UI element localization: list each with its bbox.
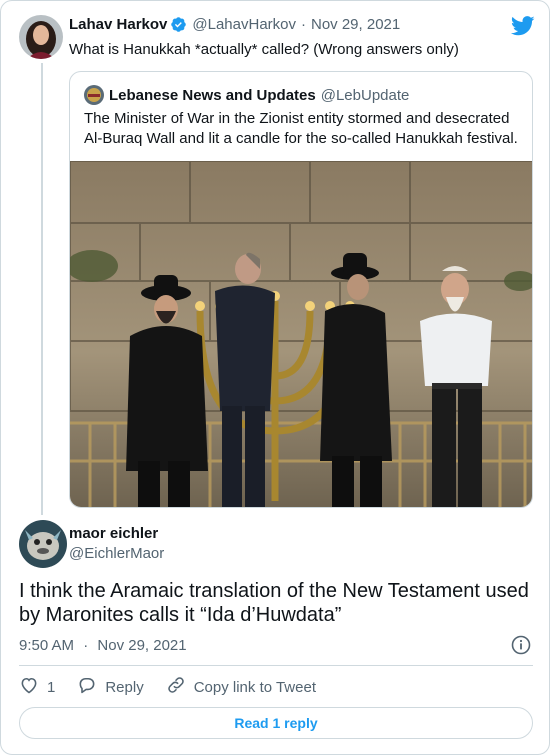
twitter-bird-icon[interactable] [510, 16, 535, 41]
actions-divider [19, 665, 533, 666]
info-icon[interactable] [511, 635, 531, 660]
reply-button[interactable]: Reply [77, 675, 144, 699]
reply-tweet-text: I think the Aramaic translation of the N… [19, 580, 529, 626]
like-count: 1 [47, 678, 56, 696]
link-icon [166, 675, 194, 699]
reply-timestamp[interactable]: 9:50 AM · Nov 29, 2021 [19, 637, 187, 654]
quoted-tweet-text: The Minister of War in the Zionist entit… [84, 110, 518, 147]
quoted-author-avatar [84, 85, 104, 105]
speech-bubble-icon [77, 675, 105, 699]
reply-author-name[interactable]: maor eichler [69, 525, 158, 542]
verified-badge-icon [170, 16, 187, 33]
timestamp-separator: · [83, 637, 89, 654]
parent-tweet-date[interactable]: Nov 29, 2021 [311, 16, 400, 33]
reply-date: Nov 29, 2021 [97, 637, 187, 654]
like-button[interactable]: 1 [19, 675, 55, 699]
parent-tweet-header: Lahav Harkov @LahavHarkov · Nov 29, 2021 [69, 16, 400, 33]
read-replies-button[interactable]: Read 1 reply [19, 707, 533, 739]
reply-label: Reply [105, 678, 144, 696]
copy-link-label: Copy link to Tweet [193, 678, 316, 696]
parent-tweet-text: What is Hanukkah *actually* called? (Wro… [69, 41, 459, 58]
reply-author-avatar[interactable] [19, 520, 67, 568]
quoted-tweet[interactable]: Lebanese News and Updates @LebUpdate The… [69, 71, 533, 508]
quoted-tweet-header: Lebanese News and Updates @LebUpdate [84, 85, 409, 105]
parent-author-avatar[interactable] [19, 15, 63, 59]
reply-time: 9:50 AM [19, 637, 75, 654]
reply-author-handle[interactable]: @EichlerMaor [69, 545, 164, 562]
parent-author-name[interactable]: Lahav Harkov [69, 16, 167, 33]
embedded-tweet-card: Lahav Harkov @LahavHarkov · Nov 29, 2021… [0, 0, 550, 755]
copy-link-button[interactable]: Copy link to Tweet [166, 675, 316, 699]
quoted-tweet-photo[interactable] [70, 160, 532, 507]
parent-author-handle[interactable]: @LahavHarkov [192, 16, 296, 33]
quoted-author-handle: @LebUpdate [320, 86, 410, 104]
heart-icon [19, 675, 47, 699]
thread-connector-line [41, 63, 43, 515]
tweet-actions-bar: 1 Reply Copy link to Tweet [19, 676, 316, 698]
quoted-author-name: Lebanese News and Updates [109, 86, 316, 104]
header-separator: · [301, 16, 306, 33]
